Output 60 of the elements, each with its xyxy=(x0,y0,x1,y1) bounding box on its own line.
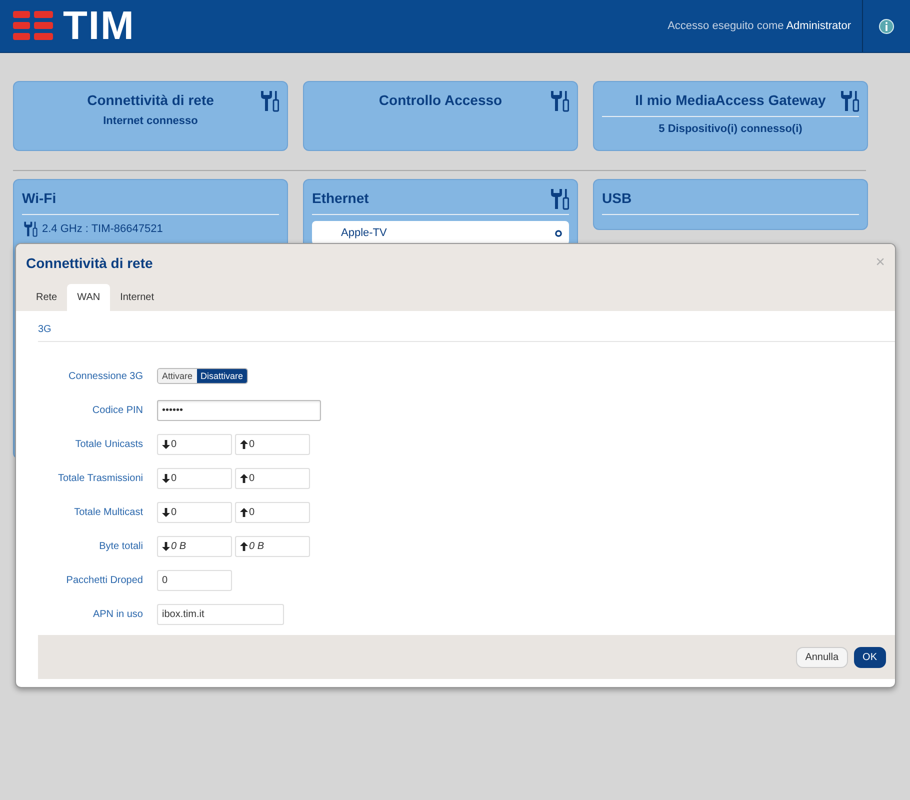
input-field[interactable]: 0 xyxy=(157,434,232,454)
card-title: USB xyxy=(602,190,632,206)
section-title: 3G xyxy=(38,311,895,342)
field-label: Pacchetti Droped xyxy=(65,574,143,586)
down-arrow-icon xyxy=(162,508,170,516)
dashboard-card[interactable]: USB xyxy=(593,179,868,230)
field-label: Totale Trasmissioni xyxy=(56,472,143,484)
dialog-title: Connettività di rete xyxy=(26,254,153,270)
card-subtitle: 5 Dispositivo(i) connesso(i) xyxy=(658,123,804,135)
ok-button[interactable]: OK xyxy=(854,646,886,668)
field-label: Byte totali xyxy=(98,540,143,552)
logo-icon xyxy=(13,11,53,41)
card-title: Connettività di rete xyxy=(87,92,214,108)
login-status: Accesso eseguito come Administrator xyxy=(668,20,851,32)
tools-icon[interactable] xyxy=(259,90,279,112)
toggle-option[interactable]: Disattivare xyxy=(196,369,248,383)
field-label: Connessione 3G xyxy=(68,370,143,382)
up-arrow-icon xyxy=(240,542,248,550)
input-field[interactable]: 0 xyxy=(235,502,310,522)
status-icon xyxy=(555,230,562,236)
tab[interactable]: Internet xyxy=(110,284,164,311)
down-arrow-icon xyxy=(162,542,170,550)
tab[interactable]: WAN xyxy=(67,284,110,311)
card-title: Wi-Fi xyxy=(22,190,56,206)
field-label: Totale Unicasts xyxy=(74,438,143,450)
tools-icon[interactable] xyxy=(839,90,859,112)
tools-icon[interactable] xyxy=(549,90,569,112)
card-title: Controllo Accesso xyxy=(378,92,502,108)
field-label: APN in uso xyxy=(92,608,143,620)
input-field[interactable]: 0 B xyxy=(235,536,310,556)
up-arrow-icon xyxy=(240,508,248,516)
device-row[interactable]: Apple-TV xyxy=(312,221,569,245)
down-arrow-icon xyxy=(162,474,170,482)
card-title: Il mio MediaAccess Gateway xyxy=(635,92,826,108)
tab[interactable]: Rete xyxy=(26,284,68,311)
field-label: Codice PIN xyxy=(91,404,143,416)
info-icon[interactable] xyxy=(879,18,894,34)
tools-icon[interactable] xyxy=(549,188,569,210)
brand-name: TIM xyxy=(63,4,135,48)
tools-icon[interactable] xyxy=(22,221,38,237)
dashboard-card[interactable]: Il mio MediaAccess Gateway 5 Dispositivo(i) connesso(i) xyxy=(593,81,868,151)
card-title: Ethernet xyxy=(312,190,369,206)
field-label: Totale Multicast xyxy=(73,506,143,518)
dashboard-card[interactable]: Controllo Accesso xyxy=(303,81,578,151)
input-field[interactable]: 0 B xyxy=(157,536,232,556)
up-arrow-icon xyxy=(240,474,248,482)
dashboard-card[interactable]: Connettività di rete Internet connesso xyxy=(13,81,288,151)
input-field[interactable]: 0 xyxy=(235,434,310,454)
cancel-button[interactable]: Annulla xyxy=(796,646,848,668)
wifi-network: 2.4 GHz : TIM-86647521 xyxy=(42,223,163,235)
input-field[interactable]: 0 xyxy=(157,570,232,590)
toggle-option[interactable]: Attivare xyxy=(158,369,197,383)
card-subtitle: Internet connesso xyxy=(102,115,199,127)
input-field[interactable]: 0 xyxy=(157,502,232,522)
up-arrow-icon xyxy=(240,440,248,448)
down-arrow-icon xyxy=(162,440,170,448)
input-field[interactable]: •••••• xyxy=(157,400,321,420)
input-field[interactable]: 0 xyxy=(157,468,232,488)
input-field[interactable]: ibox.tim.it xyxy=(157,604,284,624)
input-field[interactable]: 0 xyxy=(235,468,310,488)
